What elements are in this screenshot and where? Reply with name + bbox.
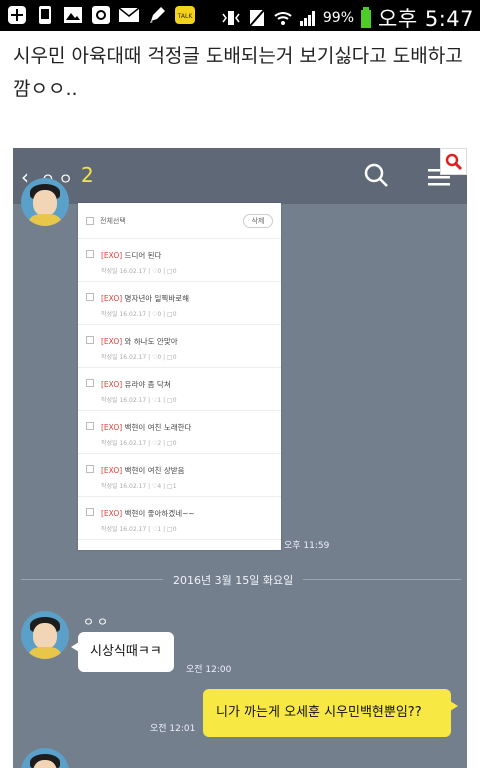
row-title: [EXO] 유라야 좀 닥쳐 — [101, 380, 171, 389]
clock: 오후 5:47 — [378, 7, 474, 31]
row-meta: 작성일 16.02.17 | ♡0 | □0 — [101, 354, 177, 361]
row-checkbox[interactable] — [86, 508, 94, 516]
select-all-checkbox[interactable] — [86, 216, 94, 225]
delete-button[interactable]: 삭제 — [243, 214, 273, 228]
message-bubble-sent[interactable]: 니가 까는게 오세훈 시우민백현뿐임?? — [203, 689, 458, 737]
row-checkbox[interactable] — [86, 465, 94, 473]
system-status: 99% 오후 5:47 — [221, 3, 474, 33]
svg-text:TALK: TALK — [177, 13, 194, 20]
row-meta: 작성일 16.02.17 | ♡1 | □0 — [101, 526, 177, 533]
signal-icon — [299, 11, 315, 26]
list-item[interactable]: [EXO] 백현이 좋아하겠네~~ 작성일 16.02.17 | ♡1 | □0 — [78, 497, 281, 540]
wifi-icon — [274, 12, 292, 25]
row-meta: 작성일 16.02.17 | ♡4 | □1 — [101, 483, 177, 490]
list-item[interactable]: [EXO] 명자년아 일찍바로해 작성일 16.02.17 | ♡0 | □0 — [78, 282, 281, 325]
avatar[interactable] — [21, 611, 69, 659]
row-title: [EXO] 와 하나도 안맞아 — [101, 337, 178, 346]
talk-icon: TALK — [174, 4, 196, 26]
row-meta: 작성일 16.02.17 | ♡0 | □0 — [101, 268, 177, 275]
camera-icon — [90, 4, 112, 26]
row-title: [EXO] 드디어 된다 — [101, 251, 162, 260]
list-item[interactable]: [EXO] 와 하나도 안맞아 작성일 16.02.17 | ♡0 | □0 — [78, 325, 281, 368]
row-meta: 작성일 16.02.17 | ♡0 | □0 — [101, 311, 177, 318]
row-checkbox[interactable] — [86, 336, 94, 344]
shared-image[interactable]: 전체선택 삭제 [EXO] 드디어 된다 작성일 16.02.17 | ♡0 |… — [78, 203, 281, 550]
row-checkbox[interactable] — [86, 250, 94, 258]
row-title: [EXO] 백현이 여친 상받음 — [101, 466, 185, 475]
mail-icon — [118, 4, 140, 26]
row-title: [EXO] 백현이 좋아하겠네~~ — [101, 509, 195, 518]
date-divider: 2016년 3월 15일 화요일 — [163, 572, 304, 588]
message-time: 오전 12:00 — [186, 665, 232, 675]
member-count: 2 — [81, 163, 94, 187]
plus-icon — [6, 4, 28, 26]
row-checkbox[interactable] — [86, 379, 94, 387]
notification-icons: TALK — [6, 4, 196, 26]
message-time: 오후 11:59 — [284, 541, 330, 551]
list-header: 전체선택 삭제 — [78, 203, 281, 239]
post-text: 시우민 아육대때 걱정글 도배되는거 보기싫다고 도배하고 깜ㅇㅇ.. — [13, 45, 463, 100]
list-item[interactable]: [EXO] 유라야 좀 닥쳐 작성일 16.02.17 | ♡1 | □0 — [78, 368, 281, 411]
search-badge-icon — [440, 148, 467, 175]
image-icon — [62, 4, 84, 26]
pencil-icon — [146, 4, 168, 26]
row-title: [EXO] 백현이 여친 노래한다 — [101, 423, 192, 432]
battery-percent: 99% — [322, 10, 355, 26]
row-checkbox[interactable] — [86, 293, 94, 301]
chat-screenshot: ‹ ㅇㅇ 2 전체선택 삭제 [EXO] 드디어 된다 작성일 16.02.17… — [13, 148, 467, 768]
row-title: [EXO] 명자년아 일찍바로해 — [101, 294, 190, 303]
no-sim-icon — [249, 9, 265, 27]
sender-name: ㅇㅇ — [83, 615, 112, 629]
avatar[interactable] — [21, 748, 69, 768]
row-meta: 작성일 16.02.17 | ♡1 | □0 — [101, 397, 177, 404]
chat-header: ‹ ㅇㅇ 2 — [13, 148, 467, 204]
vibrate-icon — [222, 11, 240, 25]
select-all-label: 전체선택 — [100, 216, 126, 225]
list-item[interactable]: [EXO] 드디어 된다 작성일 16.02.17 | ♡0 | □0 — [78, 239, 281, 282]
list-item[interactable]: [EXO] 백현이 여친 상받음 작성일 16.02.17 | ♡4 | □1 — [78, 454, 281, 497]
row-checkbox[interactable] — [86, 422, 94, 430]
message-time: 오전 12:01 — [150, 724, 196, 734]
search-icon[interactable] — [363, 162, 389, 192]
status-bar: TALK 99% 오후 5:47 — [0, 0, 480, 31]
avatar[interactable] — [21, 178, 69, 226]
row-meta: 작성일 16.02.17 | ♡2 | □0 — [101, 440, 177, 447]
list-item[interactable]: [EXO] 백현이 여친 노래한다 작성일 16.02.17 | ♡2 | □0 — [78, 411, 281, 454]
message-bubble-received[interactable]: 시상식때ㅋㅋ — [71, 632, 174, 672]
battery-icon — [361, 7, 372, 28]
phone-icon — [34, 4, 56, 26]
